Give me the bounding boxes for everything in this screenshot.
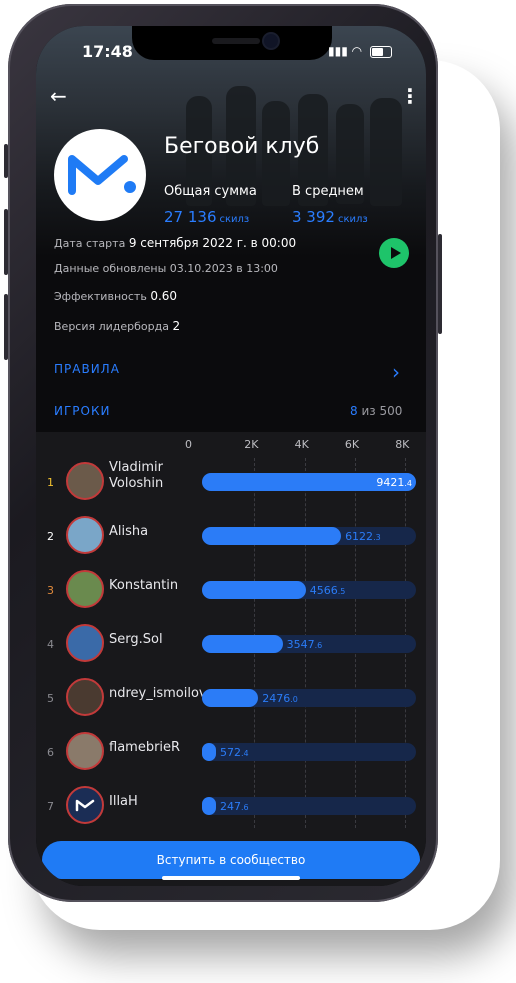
rank-number: 4 — [47, 638, 54, 651]
average-label: В среднем — [292, 184, 364, 199]
score-bar-track: 2476.0 — [202, 689, 416, 707]
score-bar — [202, 635, 283, 653]
avatar — [66, 786, 104, 824]
back-arrow-icon[interactable]: ← — [50, 84, 67, 108]
front-camera — [264, 34, 278, 48]
leaderboard-row[interactable]: 2 Alisha 6122.3 — [36, 512, 426, 562]
volume-up-button — [4, 209, 8, 275]
total-value: 27 136 скилз — [164, 208, 250, 226]
avatar — [66, 570, 104, 608]
score-value: 4566.5 — [309, 584, 346, 597]
average-value: 3 392 скилз — [292, 208, 368, 226]
rank-number: 2 — [47, 530, 54, 543]
axis-tick-label: 6K — [344, 438, 360, 451]
rank-number: 5 — [47, 692, 54, 705]
avatar — [66, 462, 104, 500]
axis-tick-label: 0 — [185, 438, 192, 451]
rank-number: 3 — [47, 584, 54, 597]
player-name: Serg.Sol — [109, 632, 163, 647]
rank-number: 7 — [47, 800, 54, 813]
score-bar-track: 9421.4 — [202, 473, 416, 491]
score-bar-track: 572.4 — [202, 743, 416, 761]
screen: 17:48 ▮▮▮ ◠ ← ⋮ Беговой клуб Общая сумма… — [36, 26, 426, 886]
signal-icon: ▮▮▮ — [328, 44, 348, 58]
leaderboard: 0 2K 4K 6K 8K 1 Vladimir Voloshin 9421.4 2 Alisha… — [36, 432, 426, 886]
score-value: 572.4 — [220, 746, 249, 759]
score-value: 9421.4 — [376, 476, 412, 489]
score-value: 3547.6 — [286, 638, 323, 651]
mute-switch — [4, 144, 8, 178]
player-name: ndrey_ismoilov — [109, 686, 204, 701]
score-value: 247.6 — [220, 800, 249, 813]
battery-icon — [369, 45, 392, 58]
join-community-button[interactable]: Вступить в сообщество — [42, 841, 420, 879]
total-label: Общая сумма — [164, 184, 257, 199]
avatar — [66, 678, 104, 716]
score-bar — [202, 797, 216, 815]
avatar — [66, 516, 104, 554]
play-icon — [391, 247, 401, 259]
rank-number: 1 — [47, 476, 54, 489]
score-bar — [202, 689, 259, 707]
club-title: Беговой клуб — [164, 134, 320, 159]
phone-frame: 17:48 ▮▮▮ ◠ ← ⋮ Беговой клуб Общая сумма… — [4, 4, 442, 902]
leaderboard-row[interactable]: 7 IllaH 247.6 — [36, 782, 426, 832]
score-bar-track: 3547.6 — [202, 635, 416, 653]
start-date: Дата старта 9 сентября 2022 г. в 00:00 — [54, 236, 297, 250]
efficiency: Эффективность 0.60 — [54, 289, 178, 303]
player-name: IllaH — [109, 794, 138, 809]
leaderboard-row[interactable]: 5 ndrey_ismoilov 2476.0 — [36, 674, 426, 724]
score-value: 6122.3 — [345, 530, 381, 543]
avatar — [66, 624, 104, 662]
leaderboard-row[interactable]: 6 flamebrieR 572.4 — [36, 728, 426, 778]
logo-icon — [68, 155, 136, 195]
player-name: Konstantin — [109, 578, 179, 593]
power-button — [438, 234, 442, 334]
leaderboard-row[interactable]: 4 Serg.Sol 3547.6 — [36, 620, 426, 670]
score-bar-track: 247.6 — [202, 797, 416, 815]
leaderboard-row[interactable]: 1 Vladimir Voloshin 9421.4 — [36, 458, 426, 508]
rank-number: 6 — [47, 746, 54, 759]
player-name: flamebrieR — [109, 740, 181, 755]
score-bar — [202, 527, 342, 545]
score-value: 2476.0 — [262, 692, 298, 705]
axis-tick-label: 2K — [244, 438, 259, 451]
score-bar-track: 6122.3 — [202, 527, 416, 545]
status-time: 17:48 — [82, 42, 133, 61]
chevron-right-icon[interactable]: › — [392, 360, 400, 384]
axis-tick-label: 8K — [395, 438, 410, 451]
club-logo — [54, 129, 146, 221]
score-bar-track: 4566.5 — [202, 581, 416, 599]
status-icons: ▮▮▮ ◠ — [328, 44, 392, 58]
wifi-icon: ◠ — [351, 44, 363, 58]
volume-down-button — [4, 294, 8, 360]
more-menu-icon[interactable]: ⋮ — [400, 84, 420, 108]
players-heading[interactable]: ИГРОКИ — [54, 404, 110, 418]
axis-tick-label: 4K — [294, 438, 309, 451]
leaderboard-row[interactable]: 3 Konstantin 4566.5 — [36, 566, 426, 616]
play-button[interactable] — [379, 238, 409, 268]
avatar — [66, 732, 104, 770]
leaderboard-version: Версия лидерборда 2 — [54, 319, 181, 333]
rules-link[interactable]: ПРАВИЛА — [54, 362, 120, 376]
score-bar — [202, 581, 306, 599]
score-bar — [202, 743, 216, 761]
home-indicator[interactable] — [162, 876, 300, 880]
speaker — [212, 38, 260, 44]
player-name: Vladimir Voloshin — [109, 460, 164, 491]
updated-date: Данные обновлены 03.10.2023 в 13:00 — [54, 262, 278, 275]
players-count: 8 из 500 — [350, 404, 403, 418]
player-name: Alisha — [109, 524, 149, 539]
